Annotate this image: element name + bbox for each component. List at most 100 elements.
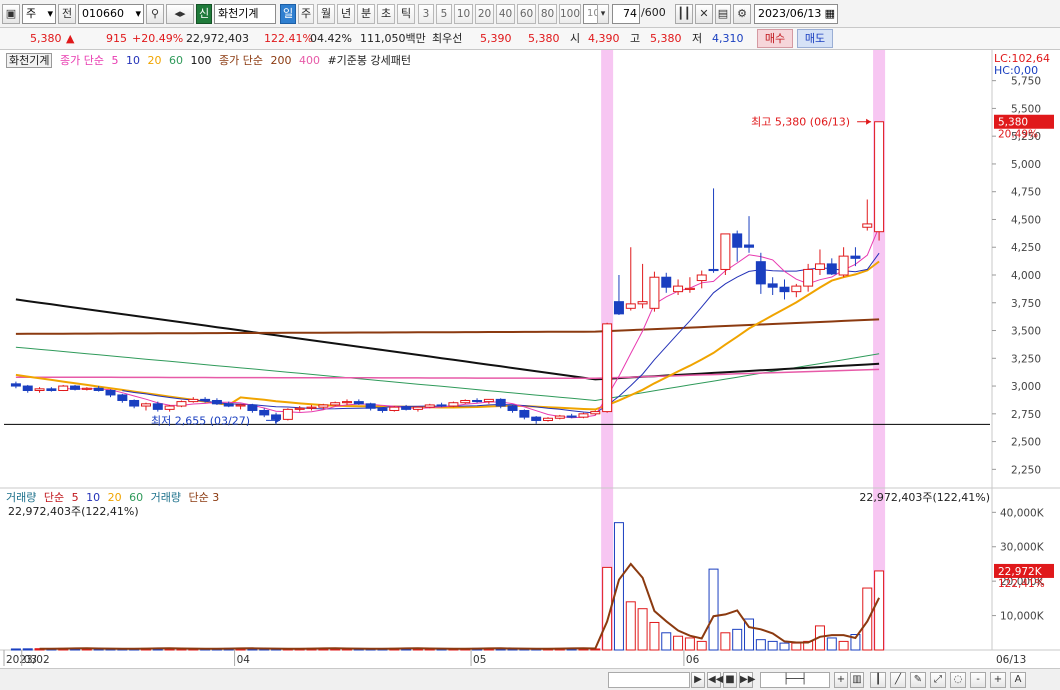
- legend-ma-label[interactable]: 종가 단순: [60, 54, 104, 67]
- candle-mode-icon[interactable]: ┃: [870, 672, 886, 688]
- code-value: 010660: [82, 7, 124, 20]
- tab-monthly[interactable]: 월: [317, 4, 335, 24]
- volume-bar: [10, 648, 21, 651]
- draw-icon[interactable]: ✎: [910, 672, 926, 688]
- low-label: 저: [692, 32, 703, 45]
- candle-body: [637, 301, 648, 305]
- candle-body: [566, 415, 577, 418]
- legend-ma5[interactable]: 5: [111, 54, 118, 67]
- volume-bar: [862, 587, 873, 651]
- interval-10[interactable]: 10: [454, 4, 473, 24]
- candle-icon[interactable]: ┃┃: [675, 4, 693, 24]
- code-input[interactable]: 010660 ▾: [78, 4, 144, 24]
- speaker-icon[interactable]: ◂▸: [166, 4, 194, 24]
- font-down-icon[interactable]: -: [970, 672, 986, 688]
- tab-daily[interactable]: 일: [280, 4, 296, 24]
- window-menu-icon[interactable]: ▣: [2, 4, 20, 24]
- candle-body: [330, 402, 341, 406]
- tab-tick[interactable]: 틱: [397, 4, 415, 24]
- scroll-track[interactable]: [608, 672, 690, 688]
- prev-button[interactable]: 전: [58, 4, 76, 24]
- candle-body: [46, 388, 57, 391]
- interval-40[interactable]: 40: [496, 4, 515, 24]
- zoom-slider[interactable]: ├──┤: [760, 672, 830, 688]
- line-mode-icon[interactable]: ╱: [890, 672, 906, 688]
- legend-ma100[interactable]: 100: [190, 54, 211, 67]
- price-legend: 화천기계 종가 단순 5 10 20 60 100 종가 단순 200 400 …: [6, 52, 415, 68]
- candle-body: [401, 406, 412, 410]
- candle-body: [602, 323, 613, 413]
- candle-body: [708, 268, 719, 272]
- volume-tick-label: 40,000K: [1000, 507, 1045, 519]
- legend-pattern[interactable]: #기준봉 강세패턴: [327, 54, 411, 67]
- volume-current: 22,972,403주(122,41%): [8, 505, 139, 518]
- bar-icon[interactable]: ▥: [850, 672, 864, 688]
- font-icon[interactable]: A: [1010, 672, 1026, 688]
- main-toolbar: ▣ 주 ▾ 전 010660 ▾ ⚲ ◂▸ 신 화천기계 일 주 월 년 분 초 틱…: [0, 0, 1060, 28]
- save-icon[interactable]: ▤: [715, 4, 731, 24]
- count-input[interactable]: 74: [612, 4, 640, 24]
- gear-icon[interactable]: ⚙: [733, 4, 751, 24]
- tab-minute[interactable]: 분: [357, 4, 375, 24]
- market-select[interactable]: 주 ▾: [22, 4, 56, 24]
- magnet-icon[interactable]: ◌: [950, 672, 966, 688]
- rewind-icon[interactable]: ◀◀: [707, 672, 723, 688]
- legend-ma400[interactable]: 400: [299, 54, 320, 67]
- legend-ma200[interactable]: 200: [270, 54, 291, 67]
- chevron-down-icon[interactable]: ▾: [597, 4, 609, 24]
- candle-body: [152, 403, 163, 410]
- best-ask: 5,390: [480, 32, 512, 45]
- turnover: 04.42%: [310, 32, 352, 45]
- date-label: 05: [473, 654, 486, 666]
- chevron-down-icon: ▾: [135, 7, 141, 20]
- legend-ma2-label[interactable]: 종가 단순: [219, 54, 263, 67]
- candle-body: [838, 255, 849, 276]
- tab-yearly[interactable]: 년: [337, 4, 355, 24]
- volume-tick-label: 30,000K: [1000, 542, 1045, 554]
- price-volume-chart[interactable]: 5,7505,5005,2505,0004,7504,5004,2504,000…: [0, 50, 1060, 670]
- credit-badge: 신: [196, 4, 212, 24]
- tab-weekly[interactable]: 주: [298, 4, 314, 24]
- legend-volume-ma2[interactable]: 단순 3: [189, 491, 220, 504]
- high-value: 5,380: [650, 32, 682, 45]
- crosshair-icon[interactable]: ✕: [695, 4, 713, 24]
- up-arrow-icon: ▲: [66, 32, 75, 45]
- volume-bar: [625, 601, 636, 651]
- stop-icon[interactable]: ■: [723, 672, 737, 688]
- fast-forward-icon[interactable]: ▶▶: [739, 672, 755, 688]
- pointer-icon[interactable]: ⤢: [930, 672, 946, 688]
- stock-name-field[interactable]: 화천기계: [214, 4, 276, 24]
- next-icon[interactable]: ▶: [691, 672, 705, 688]
- legend-ma10[interactable]: 10: [126, 54, 140, 67]
- tab-second[interactable]: 초: [377, 4, 395, 24]
- candle-body: [176, 401, 187, 407]
- candle-body: [306, 406, 317, 409]
- candle-body: [259, 409, 270, 416]
- price: 5,380: [30, 32, 62, 45]
- date-input[interactable]: 2023/06/13 ▦: [754, 4, 838, 24]
- legend-ma60[interactable]: 60: [169, 54, 183, 67]
- change: 915: [106, 32, 127, 45]
- search-icon[interactable]: ⚲: [146, 4, 164, 24]
- zoom-in-icon[interactable]: +: [834, 672, 848, 688]
- volume-bar: [673, 635, 684, 651]
- interval-80[interactable]: 80: [538, 4, 557, 24]
- buy-button[interactable]: 매수: [757, 29, 793, 48]
- interval-100[interactable]: 100: [559, 4, 581, 24]
- sell-button[interactable]: 매도: [797, 29, 833, 48]
- candle-body: [129, 399, 140, 407]
- font-up-icon[interactable]: +: [990, 672, 1006, 688]
- interval-20[interactable]: 20: [475, 4, 494, 24]
- interval-3[interactable]: 3: [418, 4, 434, 24]
- high-annotation: 최고 5,380 (06/13): [751, 116, 850, 129]
- candle-body: [578, 413, 589, 418]
- open-label: 시: [570, 32, 581, 45]
- candle-body: [10, 383, 21, 387]
- interval-60[interactable]: 60: [517, 4, 536, 24]
- candle-body: [625, 303, 636, 309]
- legend-volume-label-2[interactable]: 거래량: [151, 491, 181, 504]
- interval-5[interactable]: 5: [436, 4, 452, 24]
- price-tick-label: 3,000: [1011, 381, 1041, 393]
- legend-stock-name[interactable]: 화천기계: [6, 53, 53, 68]
- legend-ma20[interactable]: 20: [147, 54, 161, 67]
